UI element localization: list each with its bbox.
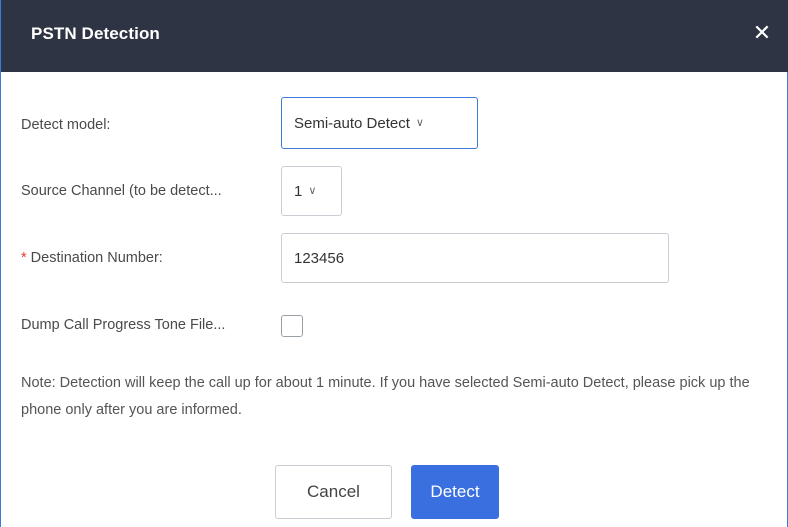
dump-tone-file-checkbox[interactable] bbox=[281, 315, 303, 337]
source-channel-value: 1 bbox=[294, 183, 303, 200]
destination-number-input[interactable] bbox=[281, 233, 669, 283]
source-channel-label: Source Channel (to be detect... bbox=[21, 183, 222, 199]
detect-button[interactable]: Detect bbox=[411, 465, 499, 519]
detect-model-select[interactable]: Semi-auto Detect ∨ bbox=[281, 97, 478, 149]
detect-model-value: Semi-auto Detect bbox=[294, 115, 410, 132]
dump-tone-file-label: Dump Call Progress Tone File... bbox=[21, 317, 226, 333]
close-icon[interactable]: ✕ bbox=[749, 18, 775, 48]
destination-number-label: * Destination Number: bbox=[21, 250, 163, 266]
dialog-title: PSTN Detection bbox=[31, 24, 160, 43]
dialog-titlebar: PSTN Detection ✕ bbox=[1, 0, 788, 72]
cancel-button[interactable]: Cancel bbox=[275, 465, 392, 519]
source-channel-select[interactable]: 1 ∨ bbox=[281, 166, 342, 216]
detection-note: Note: Detection will keep the call up fo… bbox=[21, 375, 750, 418]
required-mark: * bbox=[21, 250, 27, 266]
chevron-down-icon: ∨ bbox=[415, 117, 424, 129]
chevron-down-icon: ∨ bbox=[308, 185, 317, 197]
detect-model-label: Detect model: bbox=[21, 117, 111, 133]
pstn-detection-dialog: PSTN Detection ✕ Detect model: Semi-auto… bbox=[0, 0, 788, 527]
destination-number-label-text: Destination Number: bbox=[30, 250, 163, 266]
